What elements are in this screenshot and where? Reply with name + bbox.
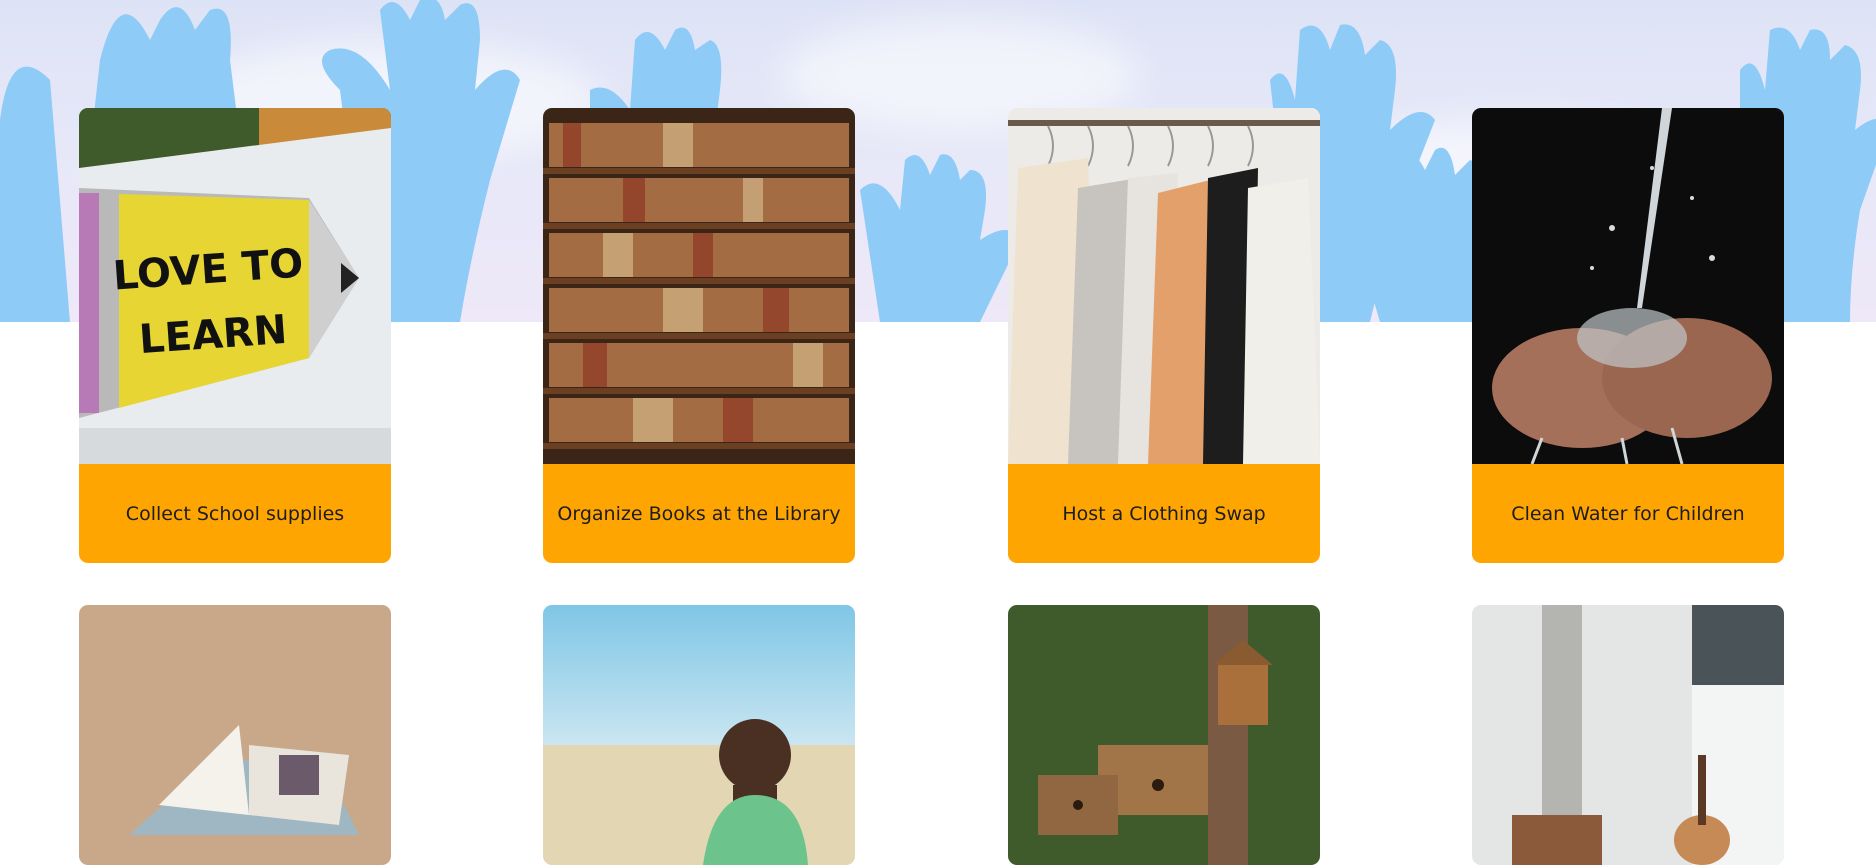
activity-title: Organize Books at the Library — [543, 464, 855, 563]
music-room-icon — [1472, 605, 1784, 865]
love-to-learn-pencil-sign-icon: LOVE TO LEARN — [79, 108, 391, 464]
activity-card-music-room[interactable] — [1472, 605, 1784, 865]
activity-card-child[interactable] — [543, 605, 855, 865]
child-portrait-icon — [543, 605, 855, 865]
activity-card-clean-water[interactable]: Clean Water for Children — [1472, 108, 1784, 563]
activity-title: Clean Water for Children — [1472, 464, 1784, 563]
open-book-icon — [79, 605, 391, 865]
activity-title: Collect School supplies — [79, 464, 391, 563]
clothing-rack-icon — [1008, 108, 1320, 464]
activity-title: Host a Clothing Swap — [1008, 464, 1320, 563]
library-bookshelf-icon — [543, 108, 855, 464]
activity-card-school-supplies[interactable]: LOVE TO LEARN Collect School supplies — [79, 108, 391, 563]
hands-water-icon — [1472, 108, 1784, 464]
activities-grid: LOVE TO LEARN Collect School supplies Or… — [0, 0, 1876, 865]
birdhouses-icon — [1008, 605, 1320, 865]
activity-card-birdhouses[interactable] — [1008, 605, 1320, 865]
activity-card-library[interactable]: Organize Books at the Library — [543, 108, 855, 563]
activity-card-books[interactable] — [79, 605, 391, 865]
activity-card-clothing-swap[interactable]: Host a Clothing Swap — [1008, 108, 1320, 563]
